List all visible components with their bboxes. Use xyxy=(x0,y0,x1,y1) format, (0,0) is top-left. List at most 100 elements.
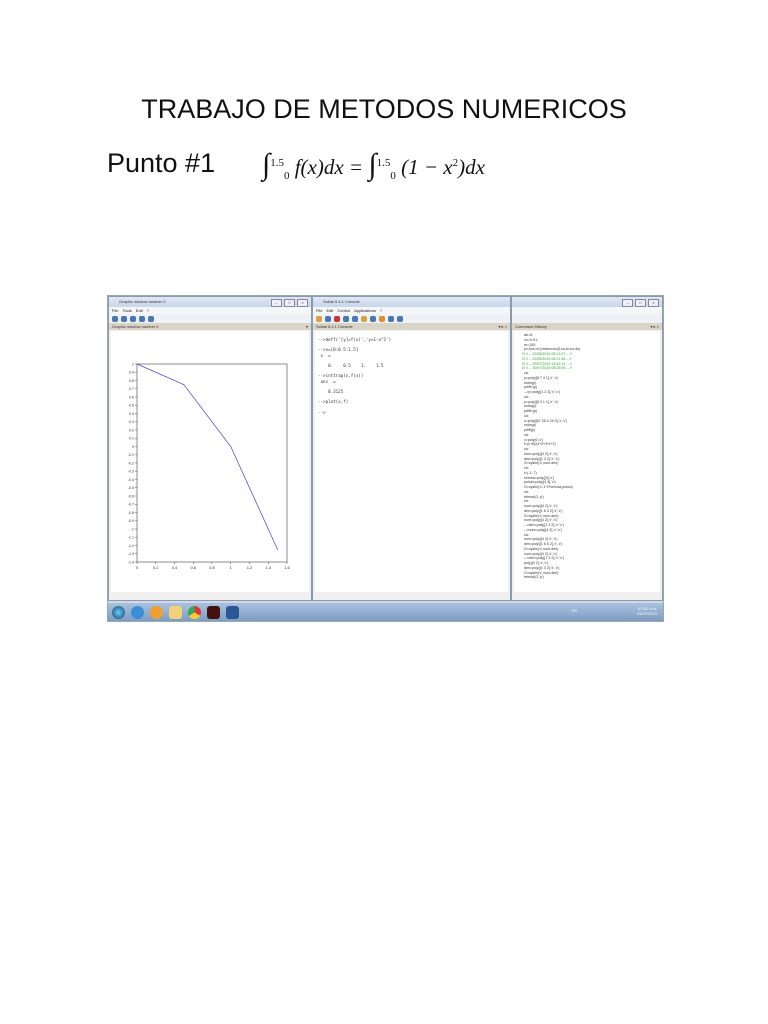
open-icon[interactable] xyxy=(325,315,331,322)
media-player-icon[interactable] xyxy=(150,605,163,619)
start-button[interactable] xyxy=(112,605,125,619)
print-icon[interactable] xyxy=(370,315,376,322)
y-tick-label: -1 xyxy=(131,527,134,531)
menu-help[interactable]: ? xyxy=(147,308,149,313)
plot-area: 0 0.2 0.4 0.6 0.8 1 1.2 1.4 1.6 1 0.9 0.8 0.7 0.6 0.5 0… xyxy=(111,331,309,592)
settings-icon[interactable] xyxy=(388,315,394,322)
menu-file[interactable]: File xyxy=(112,308,118,313)
section-heading: Punto #1 xyxy=(107,148,216,178)
console-titlebar: Scilab 5.4.1 Console xyxy=(313,297,510,307)
module-icon[interactable] xyxy=(379,315,385,322)
integral-formula: ∫1.50 f(x)dx = ∫1.50 (1 − x2)dx xyxy=(262,148,485,183)
menu-tools[interactable]: Tools xyxy=(122,308,131,313)
y-tick-label: -1.3 xyxy=(128,552,134,556)
taskbar: ES 07:51 a.m. 31/07/2019 xyxy=(108,603,663,621)
console-dock-header: Scilab 5.4.1 Console ▾ ▸ × xyxy=(313,323,510,330)
document-title: TRABAJO DE METODOS NUMERICOS xyxy=(141,94,627,124)
chrome-icon[interactable] xyxy=(188,605,201,619)
x-tick-label: 0.8 xyxy=(209,565,215,570)
scilab-icon[interactable] xyxy=(207,605,220,619)
menu-edit[interactable]: Edit xyxy=(136,308,143,313)
x-tick-label: 0.6 xyxy=(190,565,196,570)
y-tick-label: -0.7 xyxy=(128,503,134,507)
graphic-window: Graphic window number 0 – □ × File Tools Edi… xyxy=(108,296,312,601)
help-icon[interactable] xyxy=(148,315,154,322)
y-tick-label: 0.9 xyxy=(129,371,134,375)
console-menu: File Edit Control Applications? xyxy=(313,307,510,314)
history-item[interactable]: trfmod(G,'p') xyxy=(522,575,660,580)
y-tick-label: -0.9 xyxy=(128,519,134,523)
x-tick-label: 0.2 xyxy=(153,565,159,570)
y-tick-label: 0.2 xyxy=(129,428,134,432)
menu-file[interactable]: File xyxy=(316,308,322,313)
series-line-f xyxy=(136,363,278,550)
close-button[interactable]: × xyxy=(297,299,308,307)
menu-applications[interactable]: Applications xyxy=(354,308,376,313)
y-tick-label: -0.5 xyxy=(128,486,134,490)
y-tick-label: -0.2 xyxy=(128,461,134,465)
y-tick-label: 0.7 xyxy=(129,387,134,391)
maximize-button[interactable]: □ xyxy=(284,299,295,307)
data-point xyxy=(136,363,138,365)
paste-icon[interactable] xyxy=(352,315,358,322)
new-icon[interactable] xyxy=(316,315,322,322)
zoom-in-icon[interactable] xyxy=(121,315,127,322)
graphic-dock-header: Graphic window number 0 ▾ xyxy=(109,323,311,330)
data-point xyxy=(277,549,279,551)
embedded-screenshot: Graphic window number 0 – □ × File Tools Edi… xyxy=(107,295,664,622)
history-dock-header: Command History ▾ ▸ × xyxy=(512,323,662,330)
y-tick-label: 0.5 xyxy=(129,404,134,408)
y-tick-label: 0.8 xyxy=(129,379,134,383)
x-tick-label: 1.6 xyxy=(284,565,290,570)
console-toolbar xyxy=(313,314,510,323)
y-tick-label: -1.2 xyxy=(128,544,134,548)
system-tray: ES 07:51 a.m. 31/07/2019 xyxy=(571,606,657,616)
editor-icon[interactable] xyxy=(361,315,367,322)
y-tick-label: 0.3 xyxy=(129,420,134,424)
clock-date: 31/07/2019 xyxy=(636,611,657,616)
close-button[interactable]: × xyxy=(648,299,659,307)
reset-icon[interactable] xyxy=(139,315,145,322)
menu-edit[interactable]: Edit xyxy=(326,308,333,313)
y-tick-label: 0.6 xyxy=(129,395,134,399)
help-icon[interactable] xyxy=(397,315,403,322)
y-tick-label: 0.4 xyxy=(129,412,134,416)
console-window: Scilab 5.4.1 Console File Edit Control Appl… xyxy=(312,296,511,601)
y-tick-label: 1 xyxy=(132,362,134,366)
x-tick-label: 1 xyxy=(230,565,233,570)
zoom-out-icon[interactable] xyxy=(130,315,136,322)
y-tick-label: -0.4 xyxy=(128,478,134,482)
copy-icon[interactable] xyxy=(343,315,349,322)
y-tick-label: -0.8 xyxy=(128,511,134,515)
y-tick-label: -1.4 xyxy=(128,560,134,564)
x-tick-label: 0.4 xyxy=(172,565,178,570)
y-tick-label: -0.3 xyxy=(128,470,134,474)
x-tick-label: 1.2 xyxy=(247,565,253,570)
console-line: --> xyxy=(318,409,326,415)
maximize-button[interactable]: □ xyxy=(635,299,646,307)
cut-icon[interactable] xyxy=(334,315,340,322)
plot-frame xyxy=(136,363,288,563)
menu-control[interactable]: Control xyxy=(337,308,350,313)
x-tick-label: 0 xyxy=(136,565,139,570)
data-point xyxy=(183,384,185,386)
console-output[interactable]: -->deff('[y]=f(x)','y=1-x^2') -->x=[0:0.… xyxy=(315,331,508,592)
minimize-button[interactable]: – xyxy=(271,299,282,307)
rotate-icon[interactable] xyxy=(112,315,118,322)
y-tick-label: 0 xyxy=(132,445,134,449)
graphic-menu: File Tools Edit? xyxy=(109,307,311,314)
ie-icon[interactable] xyxy=(131,605,144,619)
history-window: – □ × Command History ▾ ▸ × ab=5; nn=0.01; … xyxy=(511,296,663,601)
y-tick-label: -0.1 xyxy=(128,453,134,457)
minimize-button[interactable]: – xyxy=(622,299,633,307)
y-tick-label: -1.1 xyxy=(128,536,134,540)
command-history-list[interactable]: ab=5; nn=0.01; m=100; [xi,fi,bn,er]=bise… xyxy=(514,331,660,592)
graphic-toolbar xyxy=(109,314,311,323)
menu-help[interactable]: ? xyxy=(380,308,382,313)
data-point xyxy=(230,446,232,447)
line-chart: 0 0.2 0.4 0.6 0.8 1 1.2 1.4 1.6 1 0.9 0.8 0.7 0.6 0.5 0… xyxy=(128,362,291,570)
explorer-icon[interactable] xyxy=(169,605,182,619)
word-icon[interactable] xyxy=(226,605,239,619)
y-tick-label: 0.1 xyxy=(129,437,134,441)
x-tick-label: 1.4 xyxy=(265,565,271,570)
